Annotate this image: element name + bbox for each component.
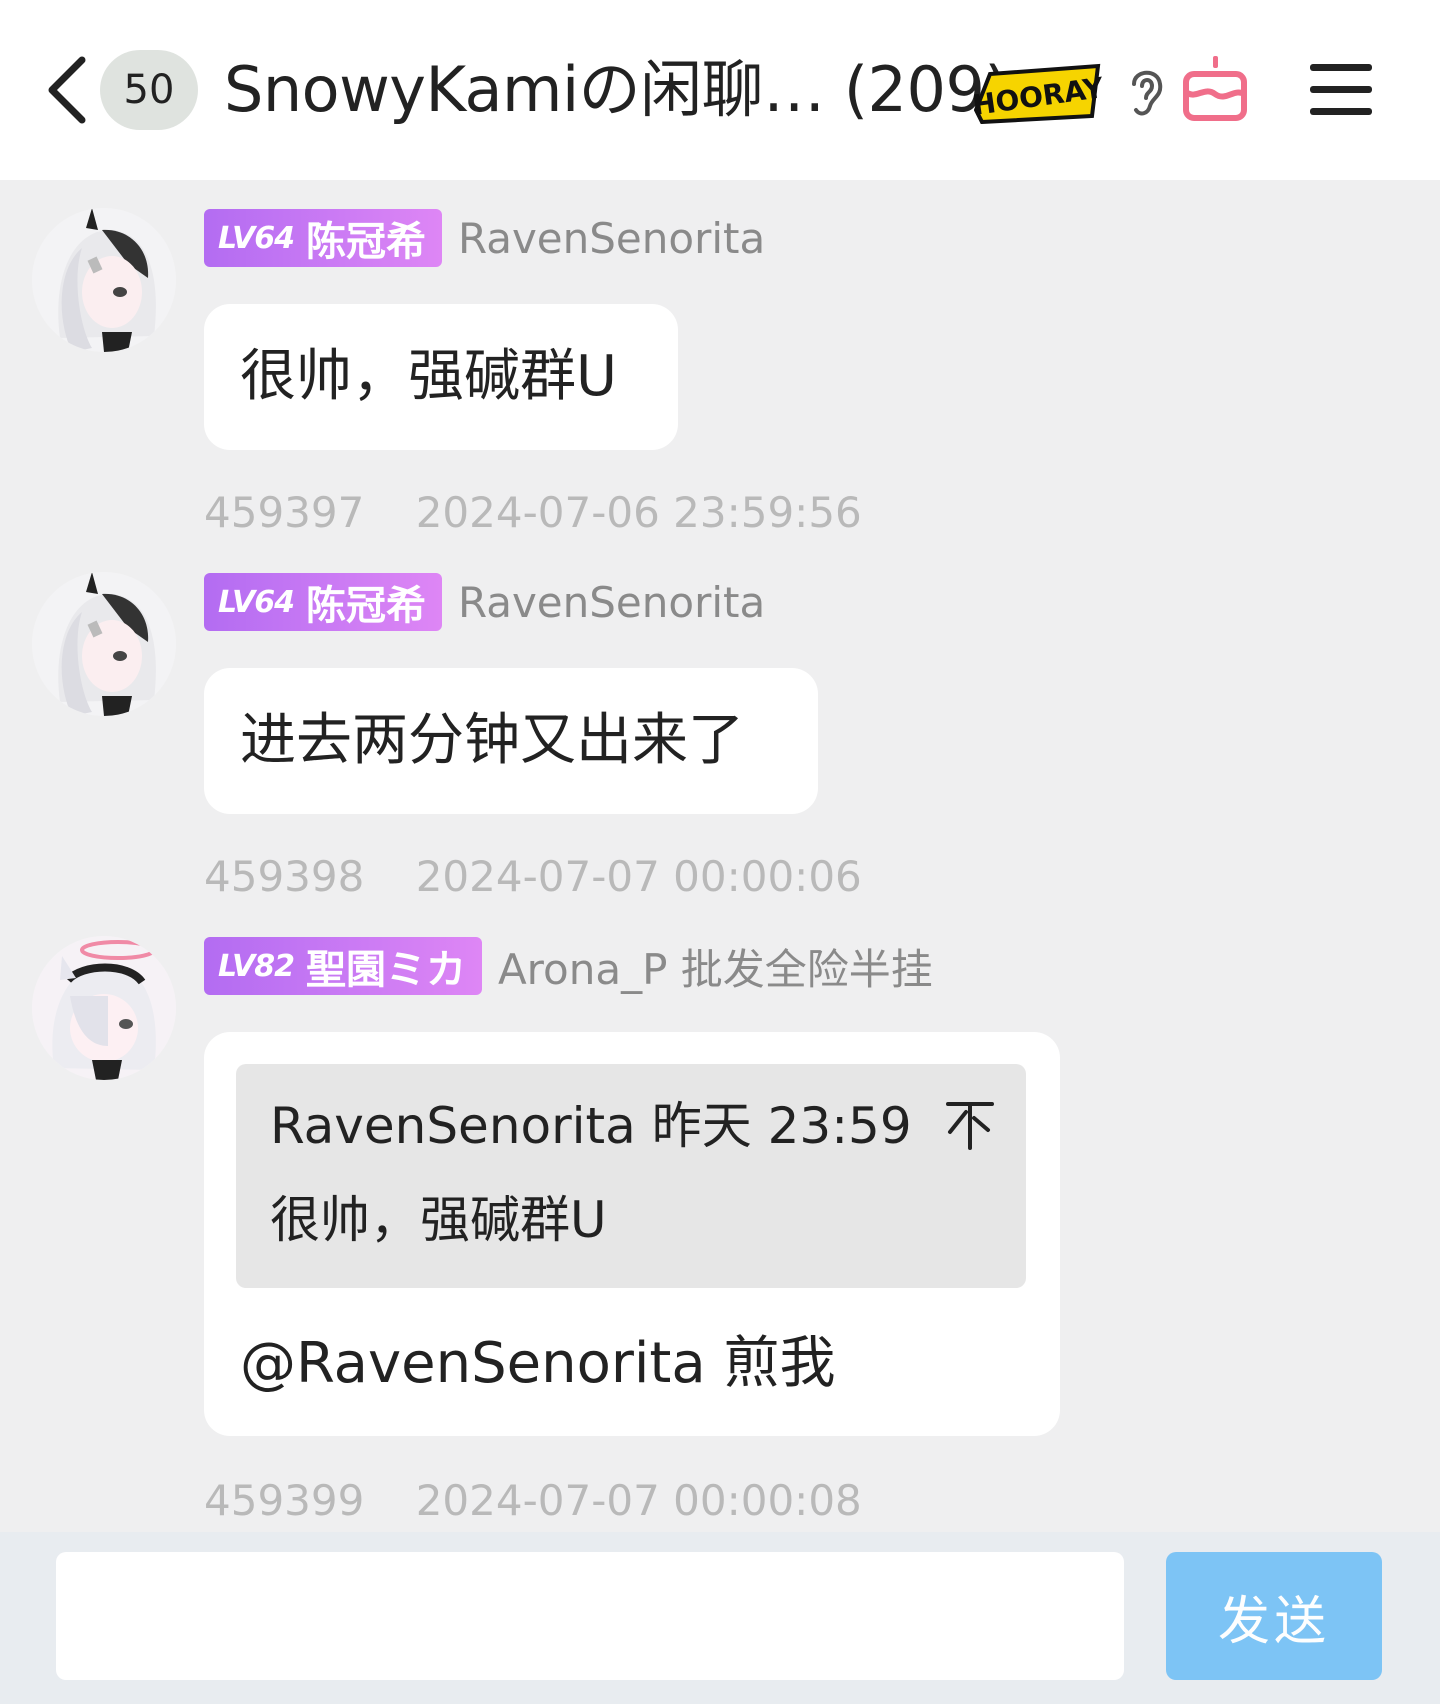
level-text: LV64 [218, 220, 295, 256]
level-badge: LV64 陈冠希 [204, 573, 442, 631]
jump-to-quote-icon[interactable] [944, 1100, 996, 1152]
message-meta: LV82 聖園ミカ Arona_P 批发全险半挂 [204, 936, 933, 996]
avatar[interactable] [32, 208, 176, 352]
message-text: 进去两分钟又出来了 [240, 708, 744, 773]
message-list[interactable]: LV64 陈冠希 RavenSenorita 很帅，强碱群U 459397 20… [0, 180, 1440, 1532]
level-text: LV82 [218, 948, 295, 984]
message-id: 459397 [204, 488, 365, 537]
quoted-message[interactable]: RavenSenorita 昨天 23:59 很帅，强碱群U [236, 1064, 1026, 1288]
title-tag: 陈冠希 [305, 583, 426, 629]
quote-text: 很帅，强碱群U [270, 1191, 607, 1249]
composer-bar: 发送 [0, 1532, 1440, 1704]
quote-header: RavenSenorita 昨天 23:59 [270, 1097, 912, 1155]
send-button[interactable]: 发送 [1166, 1552, 1382, 1680]
unread-count-badge[interactable]: 50 [100, 50, 198, 130]
chat-header: 50 SnowyKamiの闲聊… (209) HOORAY [0, 0, 1440, 180]
title-tag: 陈冠希 [305, 219, 426, 265]
menu-icon[interactable] [1310, 62, 1372, 118]
message-text: 很帅，强碱群U [240, 344, 617, 409]
message-stamp: 459399 2024-07-07 00:00:08 [204, 1476, 862, 1525]
message-timestamp: 2024-07-07 00:00:08 [415, 1476, 862, 1525]
cake-icon[interactable] [1180, 52, 1250, 124]
back-button[interactable] [40, 50, 96, 130]
message-meta: LV64 陈冠希 RavenSenorita [204, 572, 765, 632]
sender-name[interactable]: RavenSenorita [458, 214, 765, 263]
message-id: 459398 [204, 852, 365, 901]
level-badge: LV82 聖園ミカ [204, 937, 482, 995]
hooray-badge-icon: HOORAY [970, 62, 1106, 125]
sender-name[interactable]: RavenSenorita [458, 578, 765, 627]
message-input[interactable] [56, 1552, 1124, 1680]
message-stamp: 459397 2024-07-06 23:59:56 [204, 488, 862, 537]
ear-icon[interactable] [1124, 62, 1168, 122]
message-bubble[interactable]: 很帅，强碱群U [204, 304, 678, 450]
avatar[interactable] [32, 572, 176, 716]
message-text: @RavenSenorita 煎我 [240, 1331, 836, 1396]
group-title[interactable]: SnowyKamiの闲聊… (209) [224, 50, 1009, 130]
message-bubble[interactable]: RavenSenorita 昨天 23:59 很帅，强碱群U @RavenSen… [204, 1032, 1060, 1436]
message-stamp: 459398 2024-07-07 00:00:06 [204, 852, 862, 901]
message-timestamp: 2024-07-07 00:00:06 [415, 852, 862, 901]
chevron-left-icon [48, 56, 86, 124]
sender-name[interactable]: Arona_P 批发全险半挂 [498, 936, 933, 997]
message-timestamp: 2024-07-06 23:59:56 [415, 488, 862, 537]
message-id: 459399 [204, 1476, 365, 1525]
level-text: LV64 [218, 584, 295, 620]
level-badge: LV64 陈冠希 [204, 209, 442, 267]
message-meta: LV64 陈冠希 RavenSenorita [204, 208, 765, 268]
title-tag: 聖園ミカ [305, 947, 466, 993]
message-bubble[interactable]: 进去两分钟又出来了 [204, 668, 818, 814]
avatar[interactable] [32, 936, 176, 1080]
